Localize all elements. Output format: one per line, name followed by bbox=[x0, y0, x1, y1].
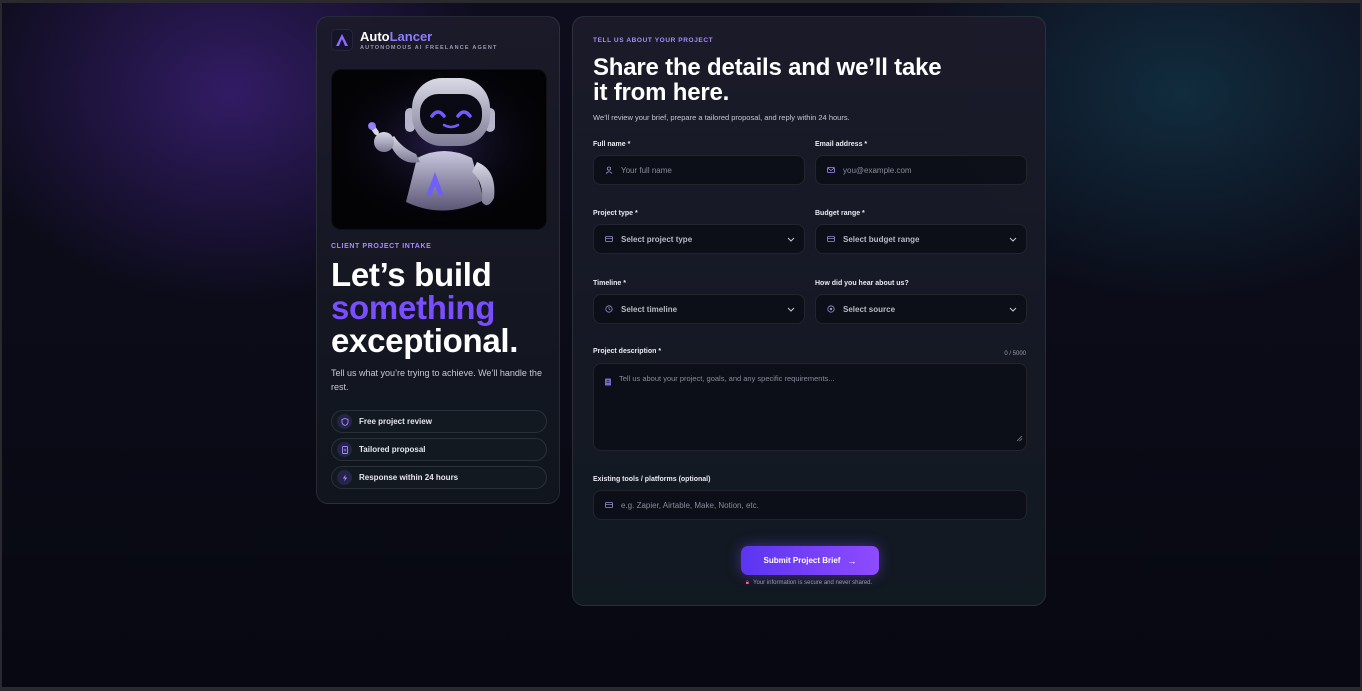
source-value: Select source bbox=[843, 304, 896, 314]
feature-label: Tailored proposal bbox=[359, 445, 426, 454]
document-icon bbox=[604, 373, 612, 391]
tools-field[interactable]: e.g. Zapier, Airtable, Make, Notion, etc… bbox=[593, 490, 1027, 520]
timeline-select[interactable]: Select timeline bbox=[593, 294, 805, 324]
project-form-card: TELL US ABOUT YOUR PROJECT Share the det… bbox=[572, 16, 1046, 606]
email-field[interactable]: you@example.com bbox=[815, 155, 1027, 185]
email-placeholder: you@example.com bbox=[843, 165, 912, 175]
form-subtitle: We’ll review your brief, prepare a tailo… bbox=[593, 113, 850, 122]
timeline-label: Timeline * bbox=[593, 280, 626, 287]
project-type-select[interactable]: Select project type bbox=[593, 224, 805, 254]
feature-label: Response within 24 hours bbox=[359, 473, 459, 482]
hero-line-3: exceptional. bbox=[331, 322, 519, 359]
hero-line-1: Let’s build bbox=[331, 256, 492, 293]
form-eyebrow: TELL US ABOUT YOUR PROJECT bbox=[593, 37, 714, 44]
arrow-right-icon: → bbox=[847, 555, 857, 566]
brand-tagline: AUTONOMOUS AI FREELANCE AGENT bbox=[360, 44, 498, 51]
intake-eyebrow: CLIENT PROJECT INTAKE bbox=[331, 243, 432, 250]
budget-value: Select budget range bbox=[843, 234, 920, 244]
tools-placeholder: e.g. Zapier, Airtable, Make, Notion, etc… bbox=[621, 500, 759, 510]
character-counter: 0 / 5000 bbox=[1004, 351, 1026, 357]
resize-handle-icon[interactable] bbox=[1016, 429, 1023, 447]
feature-free-review: Free project review bbox=[331, 410, 547, 433]
budget-select[interactable]: Select budget range bbox=[815, 224, 1027, 254]
feature-response-time: Response within 24 hours bbox=[331, 466, 547, 489]
full-name-label: Full name * bbox=[593, 141, 631, 148]
document-icon bbox=[337, 442, 352, 457]
page-background: AutoLancer AUTONOMOUS AI FREELANCE AGENT bbox=[2, 3, 1360, 687]
lock-icon: 🔒︎ bbox=[745, 580, 749, 586]
secure-note-text: Your information is secure and never sha… bbox=[753, 580, 873, 586]
form-title: Share the details and we’ll take it from… bbox=[593, 54, 942, 106]
intro-card: AutoLancer AUTONOMOUS AI FREELANCE AGENT bbox=[316, 16, 560, 504]
grid-icon bbox=[604, 500, 614, 510]
bolt-icon bbox=[337, 470, 352, 485]
project-type-label: Project type * bbox=[593, 210, 638, 217]
submit-button[interactable]: Submit Project Brief → bbox=[741, 546, 879, 575]
timeline-value: Select timeline bbox=[621, 304, 678, 314]
chevron-down-icon bbox=[786, 304, 796, 314]
chevron-down-icon bbox=[1008, 304, 1018, 314]
budget-label: Budget range * bbox=[815, 210, 865, 217]
logo-icon bbox=[331, 29, 353, 51]
description-placeholder: Tell us about your project, goals, and a… bbox=[619, 374, 835, 383]
grid-icon bbox=[604, 234, 614, 244]
hero-line-2: something bbox=[331, 289, 496, 326]
wallet-icon bbox=[826, 234, 836, 244]
feature-label: Free project review bbox=[359, 417, 432, 426]
project-type-value: Select project type bbox=[621, 234, 693, 244]
feature-tailored-proposal: Tailored proposal bbox=[331, 438, 547, 461]
submit-label: Submit Project Brief bbox=[763, 556, 841, 565]
target-icon bbox=[826, 304, 836, 314]
robot-illustration bbox=[331, 69, 547, 230]
description-label: Project description * bbox=[593, 348, 662, 355]
hero-heading: Let’s build something exceptional. bbox=[331, 258, 518, 357]
source-label: How did you hear about us? bbox=[815, 280, 909, 287]
mail-icon bbox=[826, 165, 836, 175]
source-select[interactable]: Select source bbox=[815, 294, 1027, 324]
full-name-placeholder: Your full name bbox=[621, 165, 672, 175]
email-label: Email address * bbox=[815, 141, 868, 148]
hero-subtitle: Tell us what you’re trying to achieve. W… bbox=[331, 368, 542, 392]
brand-name: AutoLancer bbox=[360, 28, 433, 44]
shield-icon bbox=[337, 414, 352, 429]
description-textarea[interactable]: Tell us about your project, goals, and a… bbox=[593, 363, 1027, 451]
chevron-down-icon bbox=[786, 234, 796, 244]
user-icon bbox=[604, 165, 614, 175]
chevron-down-icon bbox=[1008, 234, 1018, 244]
full-name-field[interactable]: Your full name bbox=[593, 155, 805, 185]
brand[interactable]: AutoLancer AUTONOMOUS AI FREELANCE AGENT bbox=[331, 29, 498, 51]
tools-label: Existing tools / platforms (optional) bbox=[593, 476, 711, 483]
secure-note: 🔒︎ Your information is secure and never s… bbox=[573, 580, 1045, 587]
clock-icon bbox=[604, 304, 614, 314]
